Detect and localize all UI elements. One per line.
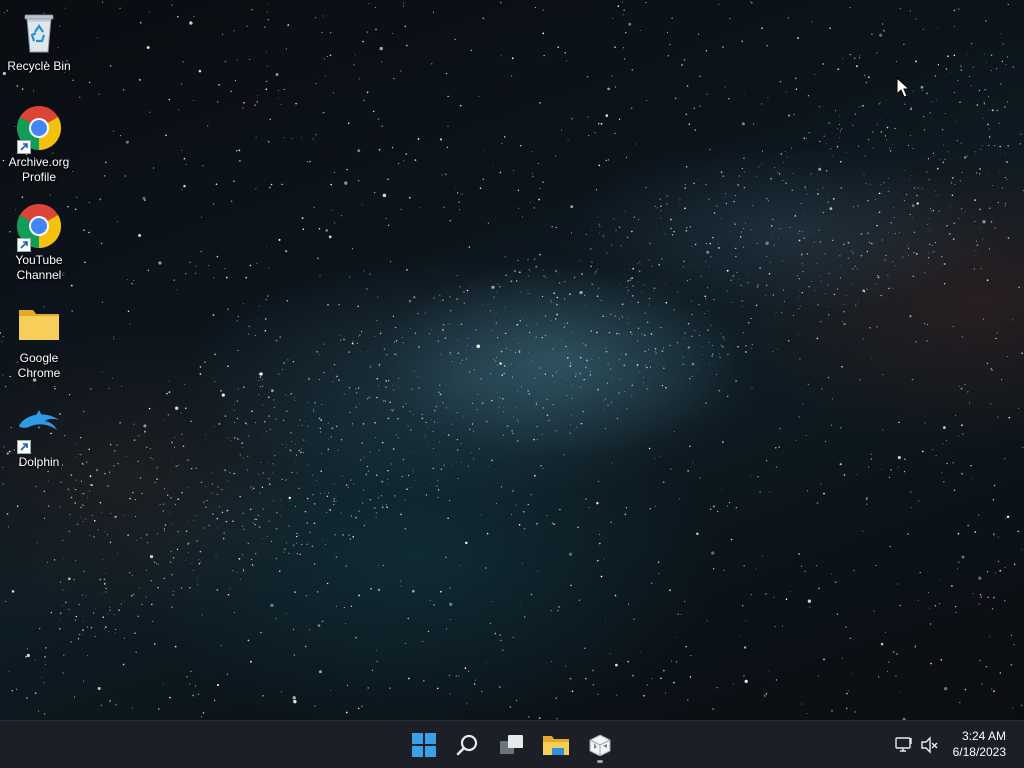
shortcut-arrow-icon bbox=[17, 238, 31, 252]
chrome-icon bbox=[15, 202, 63, 252]
box-app-icon bbox=[589, 734, 611, 757]
desktop-icon-label: Archive.org Profile bbox=[8, 155, 70, 184]
taskbar: 3:24 AM 6/18/2023 bbox=[0, 720, 1024, 768]
desktop-icon-label: YouTube Channel bbox=[15, 253, 63, 282]
desktop-icon-archive-org-profile[interactable]: Archive.org Profile bbox=[4, 104, 74, 185]
system-clock[interactable]: 3:24 AM 6/18/2023 bbox=[953, 728, 1006, 760]
folder-icon bbox=[543, 736, 569, 755]
search-icon bbox=[456, 734, 478, 756]
desktop-icon-youtube-channel[interactable]: YouTube Channel bbox=[4, 202, 74, 283]
desktop-icon-recycle-bin[interactable]: Recycle Bin bbox=[4, 8, 74, 74]
clock-time: 3:24 AM bbox=[961, 729, 1006, 743]
desktop-icon-dolphin[interactable]: Dolphin bbox=[4, 404, 74, 470]
windows-logo-icon bbox=[412, 733, 436, 757]
task-view-icon bbox=[500, 735, 523, 754]
desktop-icon-label: Recycle Bin bbox=[7, 59, 71, 73]
folder-icon bbox=[15, 300, 63, 348]
virtualbox-app-button[interactable] bbox=[580, 725, 620, 765]
running-indicator bbox=[597, 760, 603, 763]
desktop-icon-google-chrome-folder[interactable]: Google Chrome bbox=[4, 300, 74, 381]
desktop-wallpaper: Recycle Bin Archive.org Profile YouTube … bbox=[0, 0, 1024, 720]
chrome-icon bbox=[15, 104, 63, 154]
file-explorer-button[interactable] bbox=[536, 725, 576, 765]
dolphin-icon bbox=[15, 404, 63, 454]
recycle-bin-icon bbox=[15, 8, 63, 56]
starfield bbox=[0, 1, 1024, 720]
network-monitor-icon[interactable] bbox=[894, 735, 914, 755]
clock-date: 6/18/2023 bbox=[952, 745, 1006, 759]
task-view-button[interactable] bbox=[492, 725, 532, 765]
mouse-cursor-icon bbox=[896, 77, 910, 98]
start-button[interactable] bbox=[404, 725, 444, 765]
volume-muted-icon[interactable] bbox=[920, 735, 940, 755]
shortcut-arrow-icon bbox=[17, 440, 31, 454]
desktop-icon-label: Google Chrome bbox=[17, 351, 61, 380]
search-button[interactable] bbox=[448, 725, 488, 765]
desktop-icon-label: Dolphin bbox=[18, 455, 60, 469]
shortcut-arrow-icon bbox=[17, 140, 31, 154]
